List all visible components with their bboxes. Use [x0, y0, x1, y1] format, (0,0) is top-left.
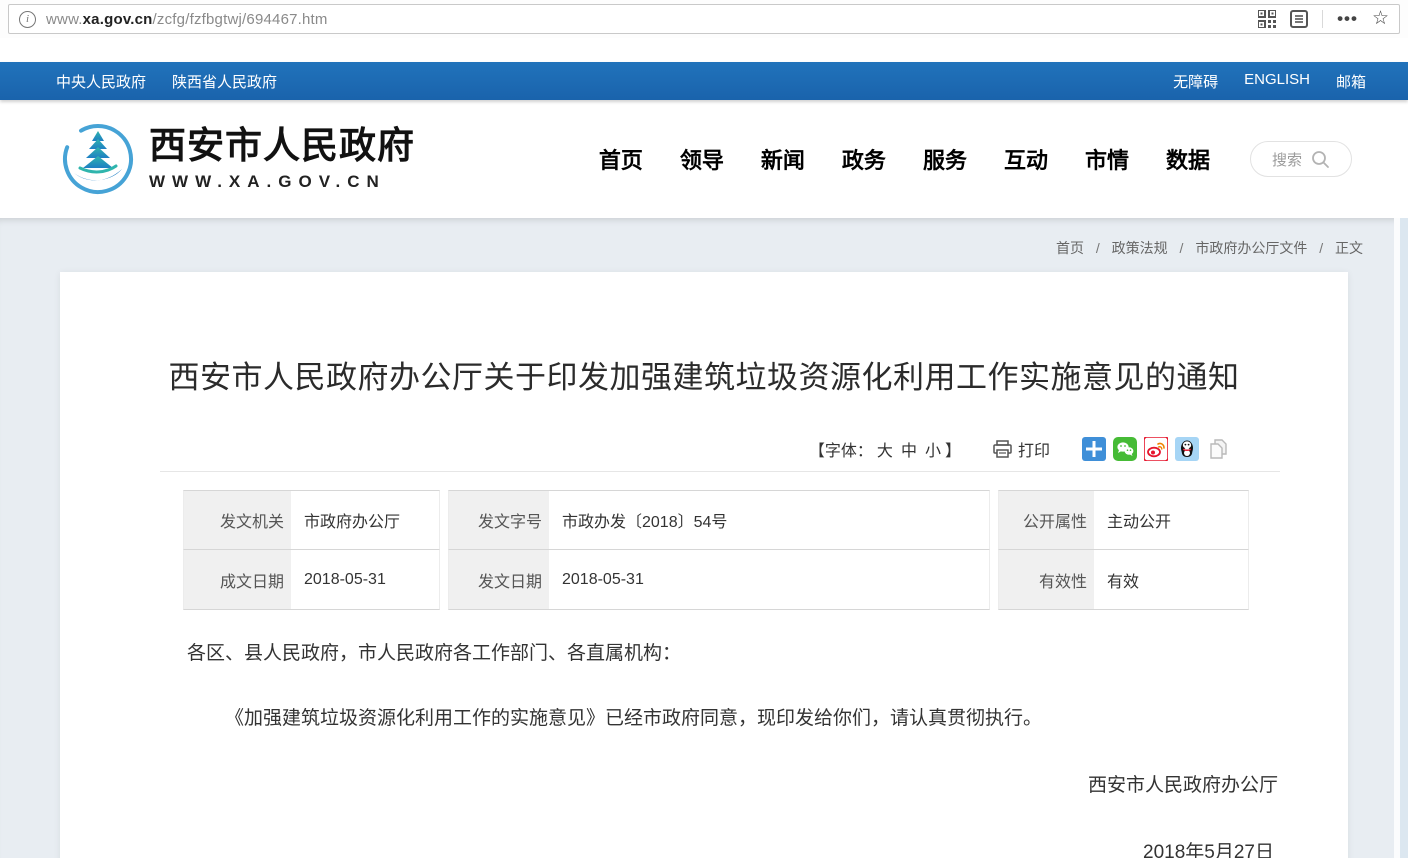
- nav-city-info[interactable]: 市情: [1085, 143, 1129, 175]
- breadcrumb-home[interactable]: 首页: [1056, 240, 1084, 256]
- meta-row: 发文机关 市政府办公厅 发文字号 市政办发〔2018〕54号 公开属性 主动公开: [183, 490, 1243, 550]
- meta-cell-group: 公开属性 主动公开: [998, 490, 1249, 550]
- meta-cell-group: 发文机关 市政府办公厅: [183, 490, 440, 550]
- copy-icon[interactable]: [1206, 437, 1230, 461]
- toolbar-divider: [1322, 10, 1323, 28]
- font-size-large[interactable]: 大: [877, 443, 893, 460]
- page-info-icon[interactable]: i: [19, 11, 36, 28]
- meta-value: 主动公开: [1094, 491, 1248, 549]
- print-label: 打印: [1018, 437, 1050, 461]
- qr-code-icon[interactable]: [1258, 10, 1276, 28]
- meta-label: 成文日期: [184, 550, 291, 609]
- font-widget-open: 【字体：: [809, 443, 873, 460]
- meta-row: 成文日期 2018-05-31 发文日期 2018-05-31 有效性 有效: [183, 550, 1243, 610]
- gov-links-bar: 中央人民政府 陕西省人民政府 无障碍 ENGLISH 邮箱: [0, 62, 1408, 100]
- signature: 西安市人民政府办公厅: [187, 770, 1278, 797]
- xian-gov-logo-icon: [60, 121, 136, 197]
- meta-label: 有效性: [999, 550, 1094, 609]
- meta-cell-group: 有效性 有效: [998, 550, 1249, 610]
- font-size-medium[interactable]: 中: [901, 443, 917, 460]
- nav-services[interactable]: 服务: [923, 143, 967, 175]
- article-toolbar: 【字体：大中小】 打印: [60, 437, 1348, 461]
- document-date: 2018年5月27日: [187, 837, 1278, 858]
- toolbar-divider-line: [160, 471, 1280, 472]
- meta-label: 发文字号: [449, 491, 549, 549]
- body-paragraph: 《加强建筑垃圾资源化利用工作的实施意见》已经市政府同意，现印发给你们，请认真贯彻…: [187, 703, 1278, 730]
- share-more-icon[interactable]: [1082, 437, 1106, 461]
- site-url-text: WWW.XA.GOV.CN: [149, 172, 415, 192]
- font-widget-close: 】: [945, 443, 961, 460]
- meta-cell-group: 发文字号 市政办发〔2018〕54号: [448, 490, 990, 550]
- bookmark-star-icon[interactable]: ☆: [1372, 10, 1389, 28]
- link-accessibility[interactable]: 无障碍: [1173, 71, 1218, 92]
- meta-label: 发文机关: [184, 491, 291, 549]
- printer-icon: [993, 440, 1012, 458]
- site-header: 西安市人民政府 WWW.XA.GOV.CN 首页 领导 新闻 政务 服务 互动 …: [0, 100, 1408, 218]
- meta-value: 有效: [1094, 550, 1248, 609]
- breadcrumb-separator: /: [1319, 240, 1323, 256]
- link-central-gov[interactable]: 中央人民政府: [56, 71, 146, 92]
- breadcrumb-office-docs[interactable]: 市政府办公厅文件: [1195, 240, 1307, 256]
- browser-chrome: i www.xa.gov.cn/zcfg/fzfbgtwj/694467.htm…: [0, 0, 1408, 38]
- reader-mode-icon[interactable]: [1290, 10, 1308, 28]
- meta-label: 公开属性: [999, 491, 1094, 549]
- nav-leaders[interactable]: 领导: [680, 143, 724, 175]
- print-button[interactable]: 打印: [993, 437, 1050, 461]
- search-icon: [1311, 150, 1330, 169]
- document-body: 各区、县人民政府，市人民政府各工作部门、各直属机构： 《加强建筑垃圾资源化利用工…: [60, 638, 1348, 858]
- nav-interaction[interactable]: 互动: [1004, 143, 1048, 175]
- font-size-widget: 【字体：大中小】: [809, 437, 961, 461]
- meta-cell-group: 发文日期 2018-05-31: [448, 550, 990, 610]
- breadcrumb-policies[interactable]: 政策法规: [1112, 240, 1168, 256]
- nav-news[interactable]: 新闻: [761, 143, 805, 175]
- breadcrumb-separator: /: [1096, 240, 1100, 256]
- meta-cell-group: 成文日期 2018-05-31: [183, 550, 440, 610]
- main-nav: 首页 领导 新闻 政务 服务 互动 市情 数据: [599, 143, 1210, 175]
- nav-data[interactable]: 数据: [1166, 143, 1210, 175]
- meta-value: 2018-05-31: [291, 550, 439, 609]
- meta-value: 市政办发〔2018〕54号: [549, 491, 989, 549]
- more-menu-icon[interactable]: •••: [1337, 14, 1358, 24]
- meta-label: 发文日期: [449, 550, 549, 609]
- link-mailbox[interactable]: 邮箱: [1336, 71, 1366, 92]
- document-meta-table: 发文机关 市政府办公厅 发文字号 市政办发〔2018〕54号 公开属性 主动公开…: [183, 490, 1243, 610]
- site-logo[interactable]: 西安市人民政府 WWW.XA.GOV.CN: [60, 121, 415, 197]
- breadcrumb: 首页 / 政策法规 / 市政府办公厅文件 / 正文: [0, 218, 1408, 258]
- content-background: 首页 / 政策法规 / 市政府办公厅文件 / 正文 西安市人民政府办公厅关于印发…: [0, 218, 1408, 858]
- nav-home[interactable]: 首页: [599, 143, 643, 175]
- link-english[interactable]: ENGLISH: [1244, 71, 1310, 92]
- font-size-small[interactable]: 小: [925, 443, 941, 460]
- weibo-icon[interactable]: [1144, 437, 1168, 461]
- search-label: 搜索: [1272, 149, 1302, 170]
- article-card: 西安市人民政府办公厅关于印发加强建筑垃圾资源化利用工作实施意见的通知 【字体：大…: [60, 272, 1348, 858]
- url-text[interactable]: www.xa.gov.cn/zcfg/fzfbgtwj/694467.htm: [46, 11, 328, 28]
- salutation-paragraph: 各区、县人民政府，市人民政府各工作部门、各直属机构：: [187, 638, 1278, 665]
- meta-value: 市政府办公厅: [291, 491, 439, 549]
- qq-icon[interactable]: [1175, 437, 1199, 461]
- nav-gov-affairs[interactable]: 政务: [842, 143, 886, 175]
- link-shaanxi-gov[interactable]: 陕西省人民政府: [172, 71, 277, 92]
- site-name: 西安市人民政府: [149, 126, 415, 167]
- scrollbar-track[interactable]: [1394, 218, 1408, 858]
- wechat-icon[interactable]: [1113, 437, 1137, 461]
- document-title: 西安市人民政府办公厅关于印发加强建筑垃圾资源化利用工作实施意见的通知: [60, 272, 1348, 397]
- meta-value: 2018-05-31: [549, 550, 989, 609]
- share-bar: [1082, 437, 1230, 461]
- search-button[interactable]: 搜索: [1250, 141, 1352, 177]
- breadcrumb-separator: /: [1180, 240, 1184, 256]
- chrome-gap: [0, 38, 1408, 62]
- breadcrumb-current: 正文: [1335, 240, 1363, 256]
- address-bar[interactable]: i www.xa.gov.cn/zcfg/fzfbgtwj/694467.htm…: [8, 4, 1400, 34]
